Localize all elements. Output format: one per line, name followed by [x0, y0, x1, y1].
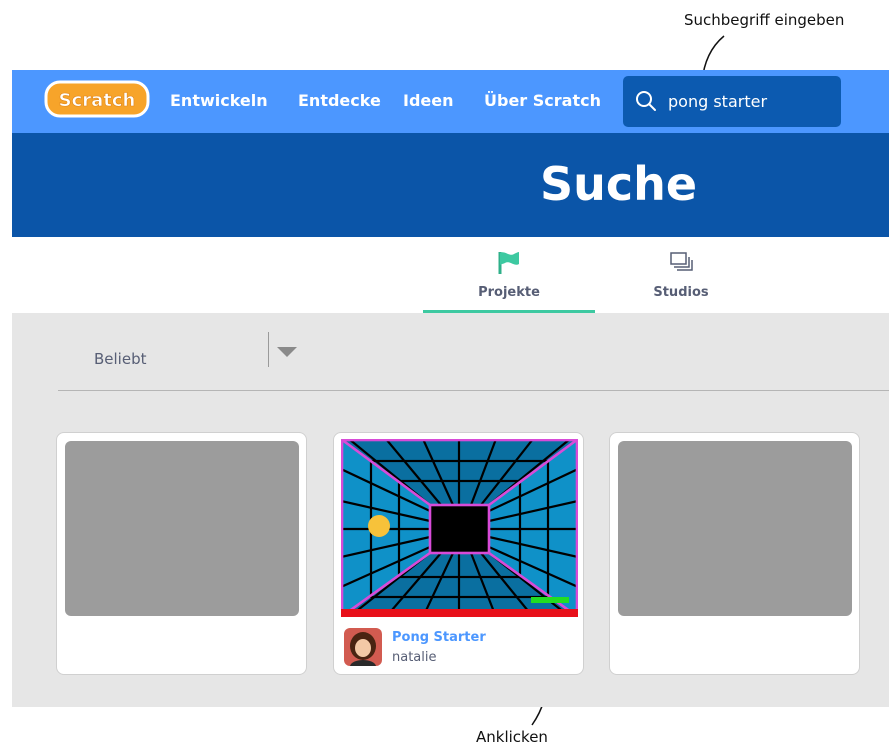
scratch-logo[interactable]: Scratch: [44, 79, 150, 119]
tab-label: Projekte: [478, 285, 540, 300]
nav-entwickeln[interactable]: Entwickeln: [170, 91, 268, 110]
thumbnail-placeholder: [618, 441, 852, 616]
tab-projekte[interactable]: Projekte: [423, 237, 595, 313]
project-title-link[interactable]: Pong Starter: [392, 630, 486, 645]
tab-bar: Projekte Studios: [12, 237, 889, 313]
project-thumbnail[interactable]: [341, 439, 578, 617]
sort-underline: [58, 390, 889, 391]
active-tab-indicator: [423, 310, 595, 313]
nav-ideen[interactable]: Ideen: [403, 91, 454, 110]
thumbnail-placeholder: [65, 441, 299, 616]
author-avatar[interactable]: [344, 628, 382, 666]
top-navbar: Scratch Entwickeln Entdecke Ideen Über S…: [12, 70, 889, 133]
logo-text: Scratch: [59, 90, 136, 111]
studios-icon: [670, 252, 693, 271]
scratch-search-page: Scratch Entwickeln Entdecke Ideen Über S…: [12, 70, 889, 707]
project-card-placeholder: [56, 432, 307, 675]
page-title: Suche: [540, 157, 698, 211]
chevron-down-icon[interactable]: [277, 347, 297, 357]
nav-ueber-scratch[interactable]: Über Scratch: [484, 91, 601, 110]
nav-entdecke[interactable]: Entdecke: [298, 91, 381, 110]
project-card-placeholder: [609, 432, 860, 675]
search-banner: Suche: [12, 133, 889, 237]
tab-studios[interactable]: Studios: [595, 237, 767, 313]
project-author-link[interactable]: natalie: [392, 650, 437, 665]
search-input[interactable]: pong starter: [623, 76, 841, 127]
search-value: pong starter: [668, 92, 768, 111]
search-icon: [636, 91, 656, 111]
flag-icon: [498, 252, 519, 274]
sort-select-value[interactable]: Beliebt: [94, 350, 147, 368]
sort-divider: [268, 332, 269, 367]
project-card-pong-starter[interactable]: Pong Starter natalie: [333, 432, 584, 675]
tab-label: Studios: [653, 285, 709, 300]
